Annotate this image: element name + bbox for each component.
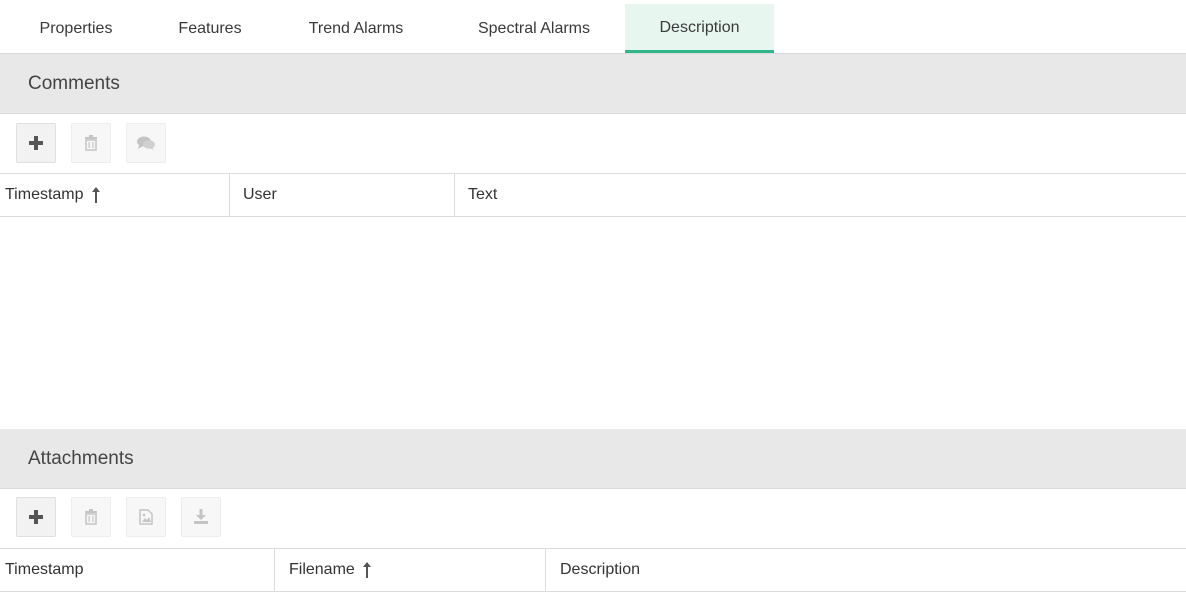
comments-section-header: Comments <box>0 54 1186 114</box>
add-attachment-button[interactable] <box>16 497 56 537</box>
comments-table-header: Timestamp User Text <box>0 173 1186 217</box>
comments-col-timestamp[interactable]: Timestamp <box>5 174 225 216</box>
download-icon <box>194 509 208 524</box>
tab-spectral-alarms[interactable]: Spectral Alarms <box>452 4 616 53</box>
add-comment-button[interactable] <box>16 123 56 163</box>
tab-description[interactable]: Description <box>625 4 774 53</box>
sort-ascending-icon <box>362 561 371 578</box>
comments-col-user-label: User <box>243 186 277 203</box>
tab-features[interactable]: Features <box>148 4 272 53</box>
reply-comment-button[interactable] <box>126 123 166 163</box>
attachments-col-filename-label: Filename <box>289 561 355 578</box>
delete-comment-button[interactable] <box>71 123 111 163</box>
column-divider <box>454 174 455 216</box>
tab-bar: Properties Features Trend Alarms Spectra… <box>0 0 1186 54</box>
delete-attachment-button[interactable] <box>71 497 111 537</box>
attachments-section-header: Attachments <box>0 429 1186 489</box>
column-divider <box>229 174 230 216</box>
add-icon <box>29 136 43 150</box>
comments-col-timestamp-label: Timestamp <box>5 186 84 203</box>
comments-col-user[interactable]: User <box>243 174 443 216</box>
comments-title: Comments <box>28 73 120 94</box>
trash-icon <box>85 509 97 525</box>
sort-ascending-icon <box>91 186 100 203</box>
attachments-col-description-label: Description <box>560 561 641 578</box>
attachments-col-timestamp-label: Timestamp <box>5 561 84 578</box>
trash-icon <box>85 135 97 151</box>
attachments-title: Attachments <box>28 448 134 469</box>
column-divider <box>274 549 275 591</box>
comments-col-text-label: Text <box>468 186 498 203</box>
tab-properties[interactable]: Properties <box>14 4 138 53</box>
add-icon <box>29 510 43 524</box>
attachments-table-header: Timestamp Filename Description <box>0 548 1186 592</box>
comments-col-text[interactable]: Text <box>468 174 868 216</box>
comments-table-body <box>0 217 1186 428</box>
comment-icon <box>137 136 155 150</box>
preview-attachment-button[interactable] <box>126 497 166 537</box>
attachments-col-filename[interactable]: Filename <box>289 549 529 591</box>
download-attachment-button[interactable] <box>181 497 221 537</box>
column-divider <box>545 549 546 591</box>
image-icon <box>139 509 153 525</box>
attachments-col-description[interactable]: Description <box>560 549 960 591</box>
attachments-col-timestamp[interactable]: Timestamp <box>5 549 265 591</box>
tab-trend-alarms[interactable]: Trend Alarms <box>278 4 434 53</box>
